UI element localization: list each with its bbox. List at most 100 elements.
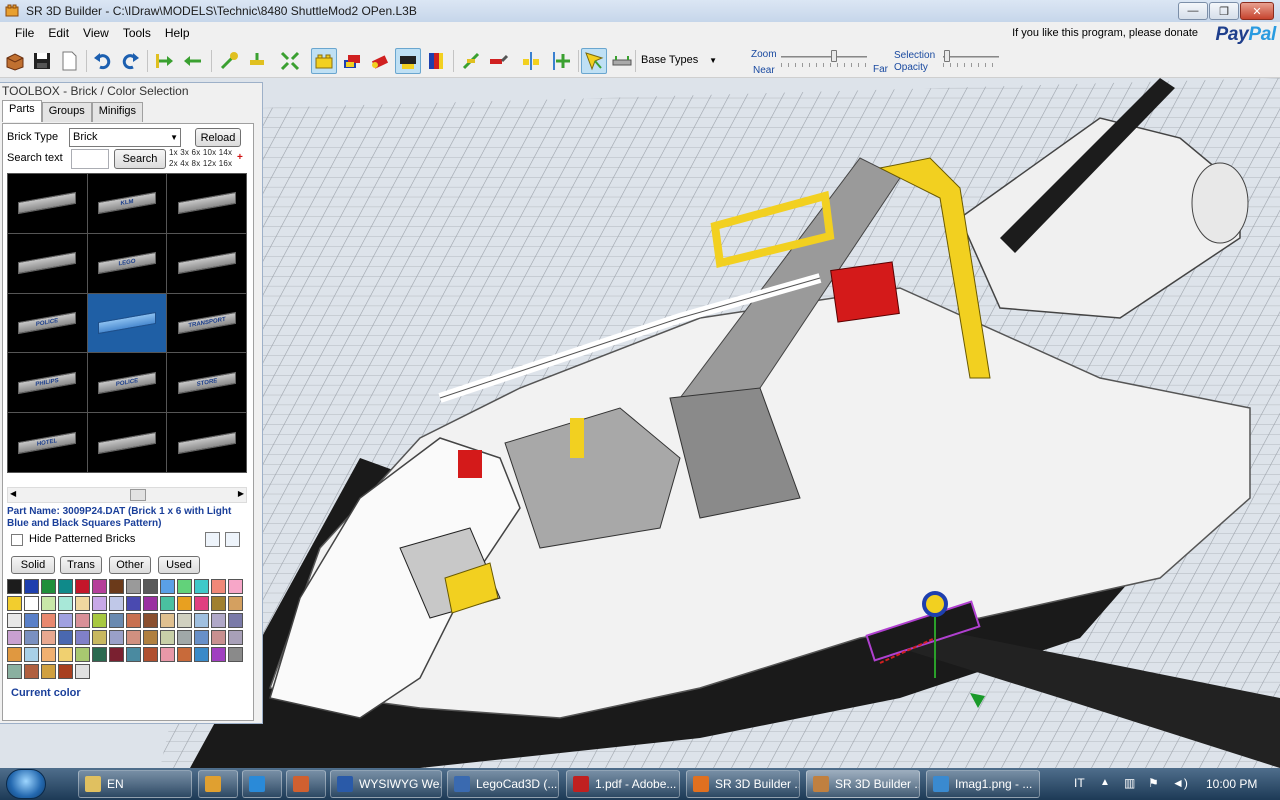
brick-red-icon[interactable] — [367, 48, 393, 74]
color-swatch[interactable] — [58, 613, 73, 628]
color-swatch[interactable] — [109, 596, 124, 611]
color-swatch[interactable] — [75, 647, 90, 662]
color-swatch[interactable] — [211, 630, 226, 645]
color-swatch[interactable] — [75, 664, 90, 679]
redo-icon[interactable] — [117, 48, 143, 74]
network-icon[interactable]: ▥ — [1124, 776, 1135, 790]
color-swatch[interactable] — [160, 613, 175, 628]
color-swatch[interactable] — [7, 579, 22, 594]
color-swatch[interactable] — [41, 613, 56, 628]
taskbar-folder[interactable]: EN — [78, 770, 192, 798]
rotate-icon[interactable] — [458, 48, 484, 74]
color-swatch[interactable] — [194, 630, 209, 645]
volume-icon[interactable]: ◄) — [1172, 776, 1188, 790]
brick-cell[interactable]: POLICE — [87, 353, 167, 413]
zoom-slider-thumb[interactable] — [831, 50, 837, 62]
brick-cell[interactable]: TRANSPORT — [167, 293, 246, 353]
color-swatch[interactable] — [109, 630, 124, 645]
brick-cell[interactable] — [87, 413, 167, 472]
color-swatch[interactable] — [177, 630, 192, 645]
taskbar-legocad[interactable]: LegoCad3D (... — [447, 770, 559, 798]
color-swatch[interactable] — [75, 613, 90, 628]
taskbar-media[interactable] — [198, 770, 238, 798]
undo-icon[interactable] — [90, 48, 116, 74]
move-right-icon[interactable] — [151, 48, 177, 74]
new-document-icon[interactable] — [56, 48, 82, 74]
color-swatch[interactable] — [75, 579, 90, 594]
color-swatch[interactable] — [7, 596, 22, 611]
menu-view[interactable]: View — [76, 26, 116, 40]
color-swatch[interactable] — [24, 647, 39, 662]
color-swatch[interactable] — [92, 579, 107, 594]
color-swatch[interactable] — [228, 647, 243, 662]
color-swatch[interactable] — [194, 596, 209, 611]
color-swatch[interactable] — [75, 596, 90, 611]
opacity-slider-thumb[interactable] — [944, 50, 950, 62]
brick-cell[interactable] — [167, 413, 246, 472]
color-swatch[interactable] — [211, 596, 226, 611]
brick-cell[interactable]: POLICE — [8, 293, 87, 353]
color-swatch[interactable] — [58, 647, 73, 662]
save-icon[interactable] — [29, 48, 55, 74]
snap-icon[interactable] — [518, 48, 544, 74]
brick-cell[interactable]: KLM — [87, 174, 167, 233]
zoom-slider[interactable] — [781, 56, 867, 58]
color-swatch[interactable] — [41, 630, 56, 645]
tab-minifigs[interactable]: Minifigs — [91, 102, 144, 122]
color-swatch[interactable] — [228, 613, 243, 628]
brick-cell[interactable]: HOTEL — [8, 413, 87, 472]
menu-help[interactable]: Help — [158, 26, 197, 40]
multiplier-bottom[interactable]: 2x 4x 8x 12x 16x — [169, 159, 232, 168]
color-swatch[interactable] — [177, 596, 192, 611]
brick-cell[interactable] — [167, 233, 246, 293]
hinge-icon[interactable] — [485, 48, 511, 74]
color-swatch[interactable] — [160, 579, 175, 594]
minimize-button[interactable]: — — [1178, 2, 1208, 20]
scrollbar-thumb[interactable] — [130, 489, 146, 501]
menu-tools[interactable]: Tools — [116, 26, 158, 40]
color-swatch[interactable] — [41, 579, 56, 594]
color-swatch[interactable] — [194, 579, 209, 594]
color-swatch[interactable] — [92, 630, 107, 645]
flag-icon[interactable]: ⚑ — [1148, 776, 1159, 790]
opacity-slider[interactable] — [943, 56, 999, 58]
color-swatch[interactable] — [228, 579, 243, 594]
tray-arrows-icon[interactable]: ▲ — [1100, 777, 1110, 788]
color-swatch[interactable] — [194, 613, 209, 628]
solid-button[interactable]: Solid — [11, 556, 55, 574]
taskbar-ie[interactable] — [242, 770, 282, 798]
brick-cell-selected[interactable] — [87, 293, 167, 353]
color-swatch[interactable] — [177, 613, 192, 628]
taskbar-pdf[interactable]: 1.pdf - Adobe... — [566, 770, 680, 798]
paypal-button[interactable]: PayPal — [1215, 24, 1276, 46]
open-box-icon[interactable] — [2, 48, 28, 74]
brick-cell[interactable]: LEGO — [87, 233, 167, 293]
other-button[interactable]: Other — [109, 556, 151, 574]
horizontal-scrollbar[interactable]: ◀ ▶ — [7, 487, 247, 503]
color-swatch[interactable] — [24, 613, 39, 628]
color-swatch[interactable] — [41, 596, 56, 611]
taskbar-sr3d-1[interactable]: SR 3D Builder ... — [686, 770, 800, 798]
color-swatch[interactable] — [160, 647, 175, 662]
color-swatch[interactable] — [109, 613, 124, 628]
color-swatch[interactable] — [92, 596, 107, 611]
grid-view-icon[interactable] — [225, 532, 240, 547]
hide-patterned-checkbox[interactable] — [11, 534, 23, 546]
list-view-icon[interactable] — [205, 532, 220, 547]
clock[interactable]: 10:00 PM — [1206, 777, 1257, 791]
color-swatch[interactable] — [126, 596, 141, 611]
select-icon[interactable] — [581, 48, 607, 74]
brick-red-blue-icon[interactable] — [339, 48, 365, 74]
language-indicator[interactable]: IT — [1074, 776, 1085, 790]
color-swatch[interactable] — [126, 613, 141, 628]
scroll-right-icon[interactable]: ▶ — [238, 489, 244, 498]
color-swatch[interactable] — [160, 630, 175, 645]
reload-button[interactable]: Reload — [195, 128, 241, 147]
pin-icon[interactable] — [216, 48, 242, 74]
menu-edit[interactable]: Edit — [41, 26, 76, 40]
color-swatch[interactable] — [7, 647, 22, 662]
tab-groups[interactable]: Groups — [41, 102, 92, 122]
base-types-dropdown[interactable]: Base Types ▼ — [637, 48, 721, 72]
color-swatch[interactable] — [7, 613, 22, 628]
color-swatch[interactable] — [143, 647, 158, 662]
